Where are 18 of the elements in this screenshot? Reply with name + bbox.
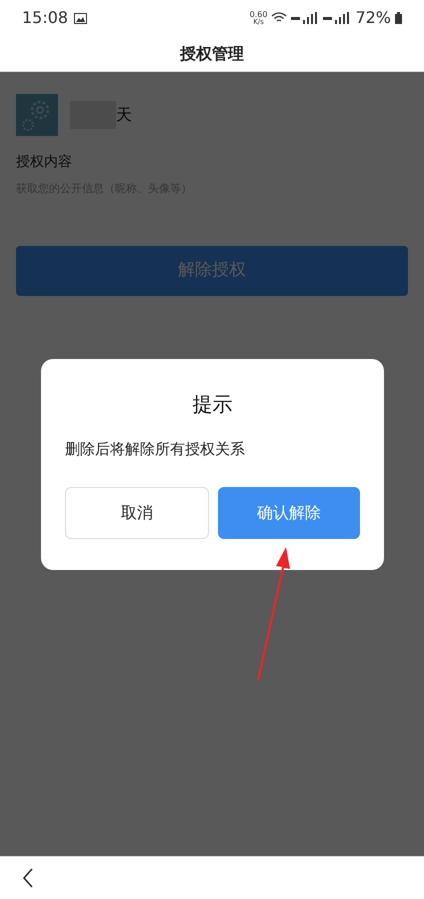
- wifi-icon: [271, 12, 288, 24]
- network-speed: 0.60: [250, 10, 268, 18]
- page-title: 授权管理: [180, 42, 244, 64]
- image-icon: [74, 12, 88, 24]
- gear-icon: [16, 94, 58, 136]
- app-name: 天: [116, 104, 132, 126]
- section-heading: 授权内容: [16, 153, 73, 172]
- dialog-title: 提示: [192, 391, 232, 418]
- battery-icon: [395, 12, 402, 24]
- battery-level: 72%: [355, 7, 391, 29]
- dialog-message: 删除后将解除所有授权关系: [65, 440, 245, 458]
- cellular-signal-icon: [323, 12, 352, 24]
- back-icon[interactable]: [22, 868, 34, 888]
- clock-time: 15:08: [22, 7, 68, 29]
- revoke-button[interactable]: 解除授权: [16, 246, 408, 296]
- confirm-button[interactable]: 确认解除: [218, 487, 360, 539]
- cancel-button[interactable]: 取消: [65, 487, 209, 539]
- cellular-signal-icon: [291, 12, 320, 24]
